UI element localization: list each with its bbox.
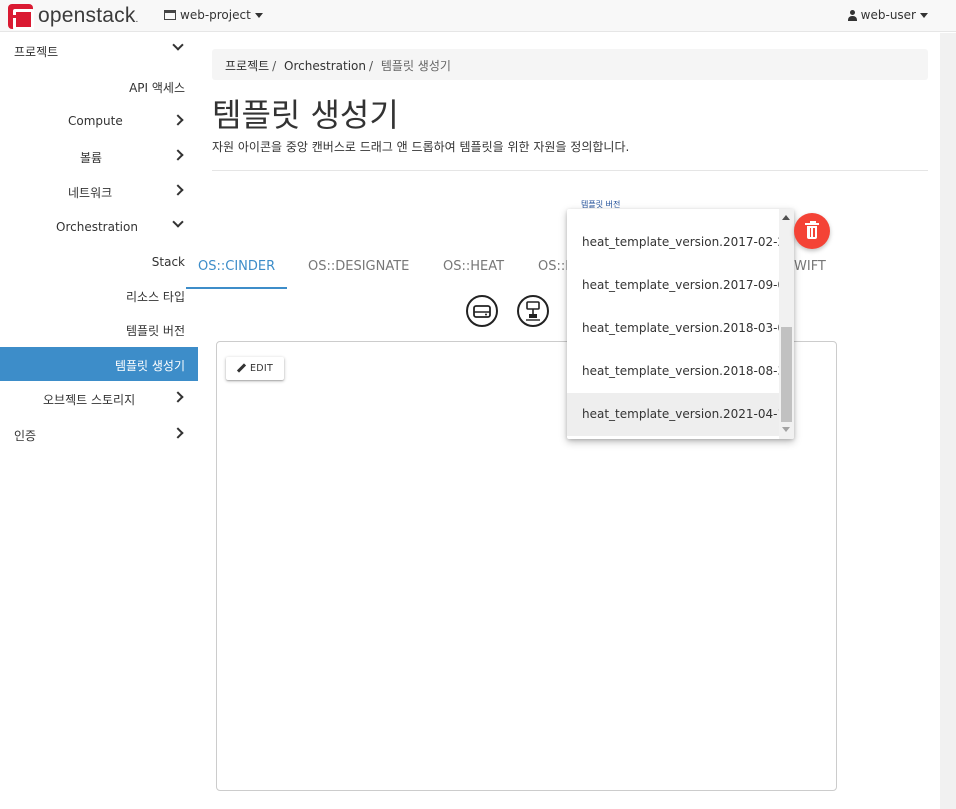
volume-icon[interactable]	[466, 295, 498, 327]
brand-logo-link[interactable]: openstack.	[8, 3, 139, 30]
chevron-down-icon	[172, 216, 184, 228]
sidebar-item-label: 볼륨	[80, 151, 103, 165]
sidebar-item-label: 템플릿 버전	[125, 324, 185, 338]
sidebar-item-label: Stack	[151, 255, 185, 269]
dropdown-option[interactable]: heat_template_version.2018-03-02	[567, 307, 793, 350]
sidebar-item-label: 템플릿 생성기	[114, 359, 185, 373]
chevron-right-icon	[172, 184, 184, 196]
project-icon	[164, 10, 176, 20]
template-version-dropdown[interactable]: heat_template_version.2017-02-24 heat_te…	[567, 209, 794, 439]
edit-button[interactable]: EDIT	[226, 357, 284, 380]
sidebar-item-label: 오브젝트 스토리지	[43, 393, 136, 407]
caret-down-icon	[920, 12, 928, 18]
pencil-icon	[237, 364, 246, 373]
sidebar: 프로젝트 API 액세스 Compute 볼륨 네트워크 Orchestrati…	[0, 33, 198, 809]
sidebar-item-label: Orchestration	[56, 220, 138, 234]
tab-os-heat[interactable]: OS::HEAT	[443, 259, 504, 274]
scroll-down-arrow-icon[interactable]	[782, 427, 790, 432]
sidebar-item-volumes[interactable]: 볼륨	[0, 139, 198, 173]
sidebar-item-template-versions[interactable]: 템플릿 버전	[0, 312, 198, 346]
trash-icon	[805, 221, 819, 239]
sidebar-item-project[interactable]: 프로젝트	[0, 33, 198, 67]
sidebar-item-compute[interactable]: Compute	[0, 104, 198, 138]
sidebar-item-label: Compute	[68, 114, 123, 128]
user-icon	[847, 9, 857, 21]
page-scrollbar[interactable]	[940, 33, 956, 809]
scrollbar-thumb[interactable]	[781, 327, 792, 422]
openstack-logo-icon	[8, 3, 34, 30]
caret-down-icon	[254, 12, 263, 18]
scroll-up-arrow-icon[interactable]	[782, 215, 790, 220]
project-dropdown[interactable]: web-project	[164, 8, 263, 22]
sidebar-item-orchestration[interactable]: Orchestration	[0, 210, 198, 244]
sidebar-item-identity[interactable]: 인증	[0, 417, 198, 451]
sidebar-item-stack[interactable]: Stack	[0, 245, 198, 279]
page-description: 자원 아이콘을 중앙 캔버스로 드래그 앤 드롭하여 템플릿을 위한 자원을 정…	[212, 140, 630, 154]
delete-button[interactable]	[794, 213, 830, 249]
user-dropdown[interactable]: web-user	[847, 8, 928, 22]
edit-button-label: EDIT	[249, 363, 274, 374]
volume-attachment-icon[interactable]	[517, 295, 549, 327]
chevron-down-icon	[172, 39, 184, 51]
sidebar-item-label: API 액세스	[129, 81, 185, 95]
sidebar-item-template-generator[interactable]: 템플릿 생성기	[0, 347, 198, 381]
page-title: 템플릿 생성기	[212, 96, 399, 134]
dropdown-option[interactable]: heat_template_version.2017-02-24	[567, 221, 793, 264]
chevron-right-icon	[172, 391, 184, 403]
breadcrumb: 프로젝트 / Orchestration / 템플릿 생성기	[212, 49, 928, 80]
sidebar-item-network[interactable]: 네트워크	[0, 174, 198, 208]
dropdown-option[interactable]: heat_template_version.2017-09-01	[567, 264, 793, 307]
sidebar-item-label: 네트워크	[68, 186, 113, 200]
divider	[212, 170, 928, 171]
active-tab-indicator	[186, 287, 287, 289]
sidebar-item-resource-types[interactable]: 리소스 타입	[0, 278, 198, 312]
dropdown-scrollbar[interactable]	[779, 209, 794, 439]
project-name: web-project	[180, 8, 251, 22]
tab-os-designate[interactable]: OS::DESIGNATE	[308, 259, 409, 274]
sidebar-item-label: 리소스 타입	[125, 290, 185, 304]
tab-os-swift[interactable]: WIFT	[794, 259, 826, 274]
top-navbar: openstack. web-project web-user	[0, 0, 956, 32]
sidebar-item-api-access[interactable]: API 액세스	[0, 69, 198, 103]
user-name: web-user	[860, 8, 916, 22]
chevron-right-icon	[172, 427, 184, 439]
sidebar-item-label: 인증	[14, 429, 37, 443]
breadcrumb-item-current: 템플릿 생성기	[380, 59, 451, 73]
brand-name: openstack.	[38, 4, 139, 27]
dropdown-option[interactable]: heat_template_version.2018-08-31	[567, 350, 793, 393]
tab-os-cinder[interactable]: OS::CINDER	[198, 259, 275, 274]
sidebar-item-object-storage[interactable]: 오브젝트 스토리지	[0, 381, 198, 415]
dropdown-option-selected[interactable]: heat_template_version.2021-04-16	[567, 393, 793, 436]
chevron-right-icon	[172, 114, 184, 126]
breadcrumb-item-project[interactable]: 프로젝트	[225, 59, 269, 73]
breadcrumb-item-orchestration[interactable]: Orchestration	[284, 59, 366, 73]
sidebar-item-label: 프로젝트	[14, 45, 59, 59]
chevron-right-icon	[172, 149, 184, 161]
